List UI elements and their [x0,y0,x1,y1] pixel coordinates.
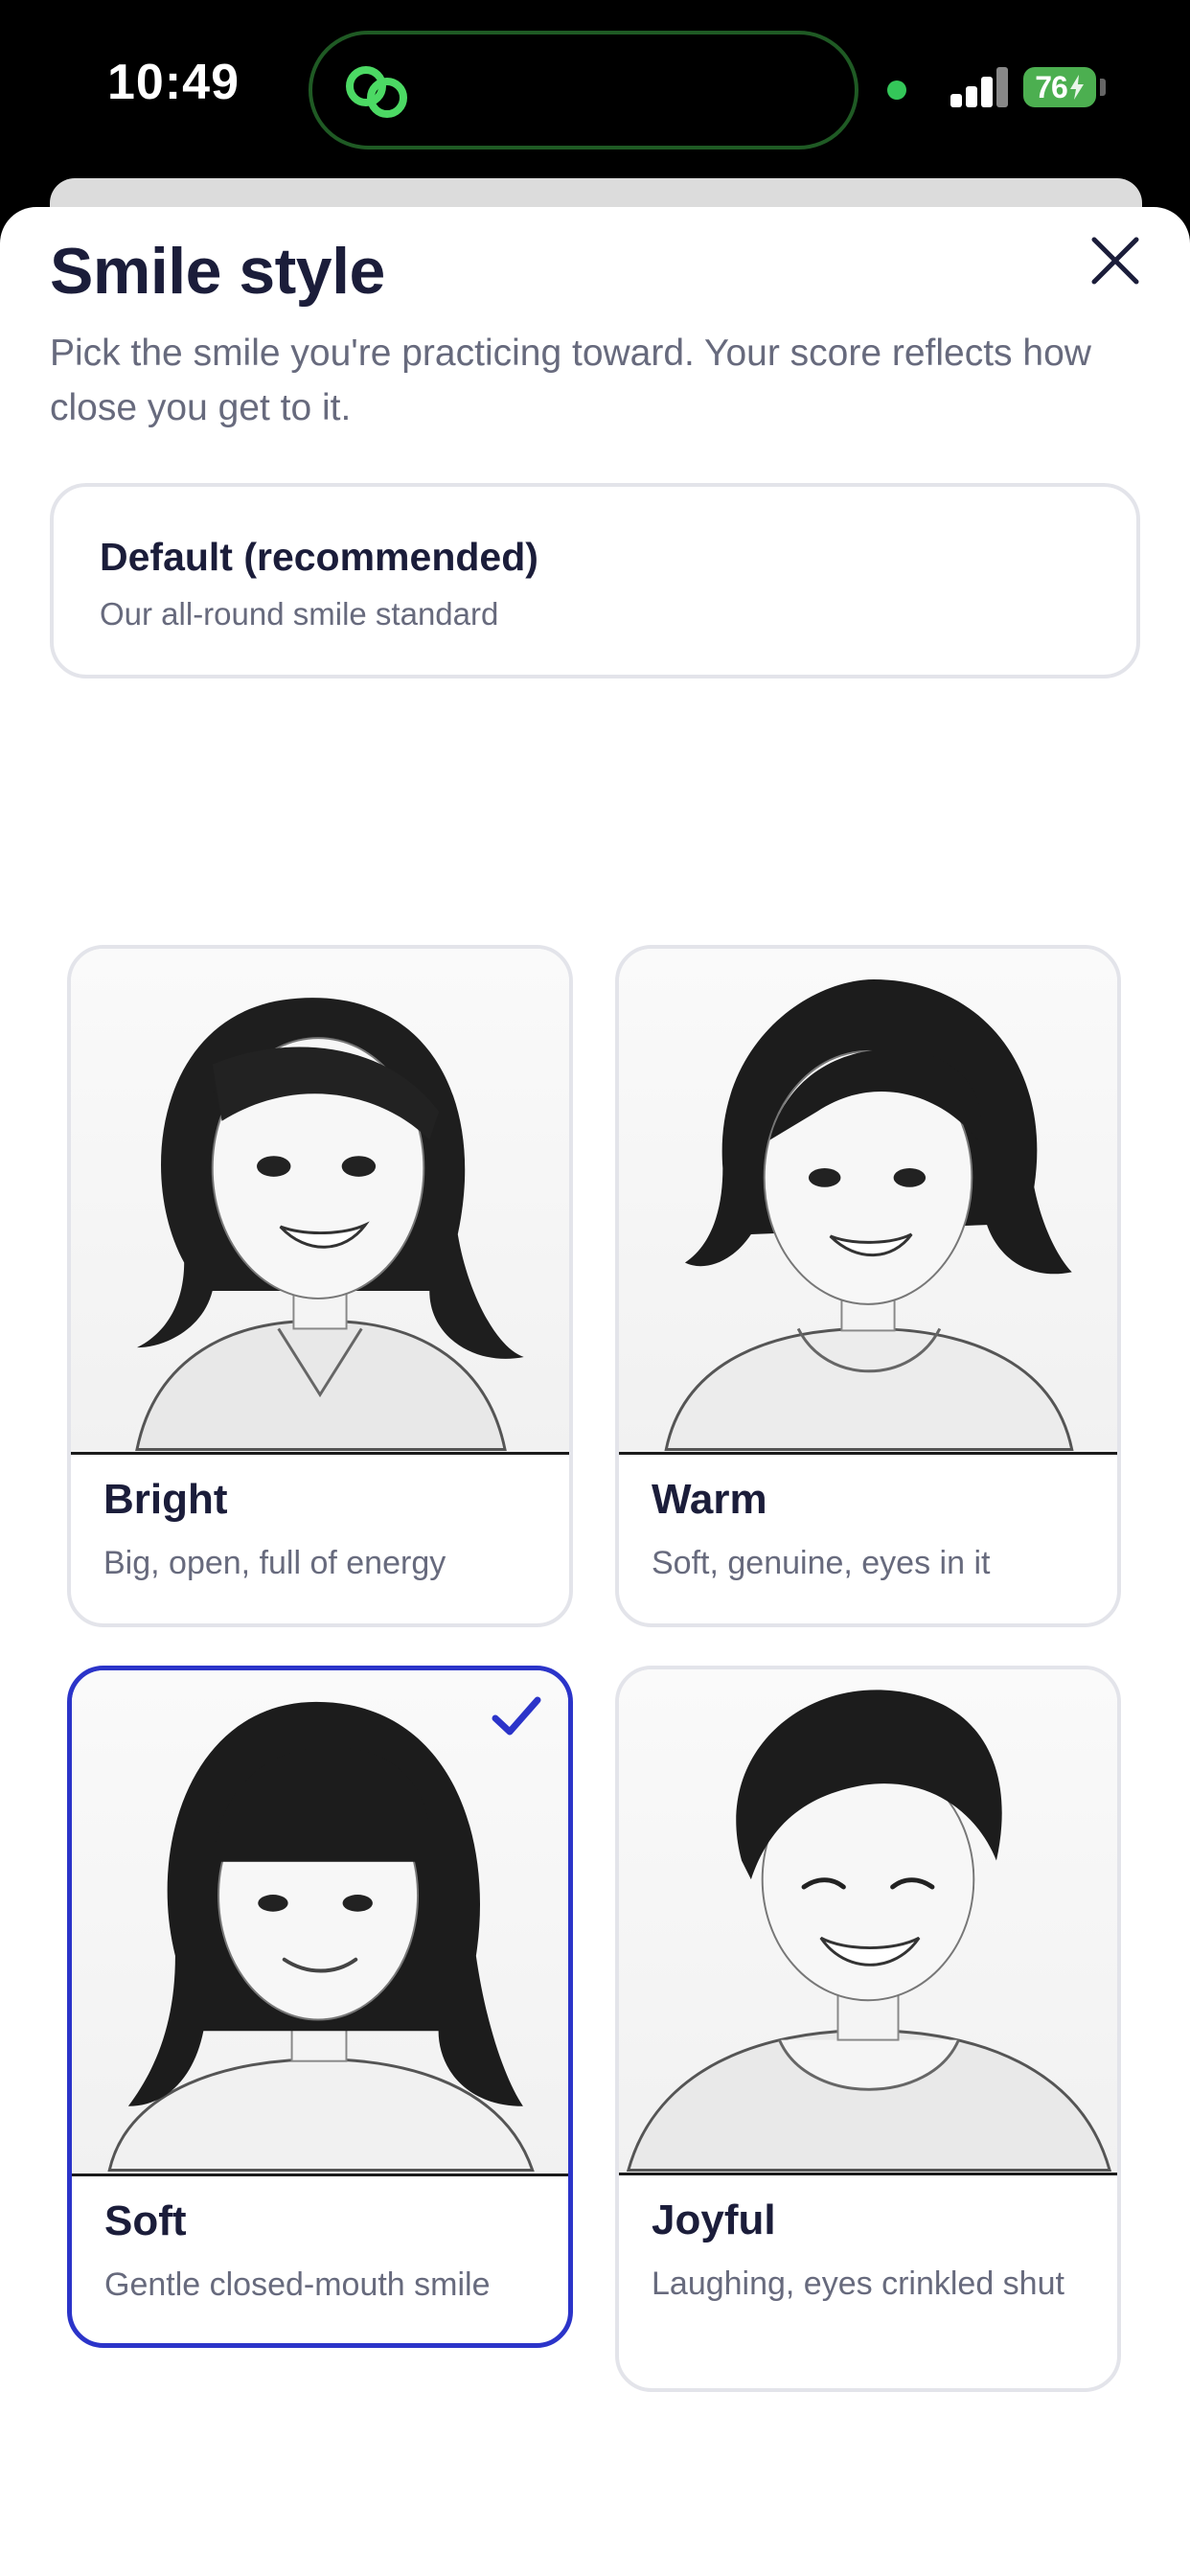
option-description-soft: Gentle closed-mouth smile [104,2266,491,2303]
dynamic-island[interactable] [309,31,858,150]
option-card-joyful[interactable]: Joyful Laughing, eyes crinkled shut [615,1666,1121,2392]
option-card-warm[interactable]: Warm Soft, genuine, eyes in it [615,945,1121,1627]
default-option-description: Our all-round smile standard [100,596,499,632]
signal-icon [950,67,1008,107]
sheet-subtitle: Pick the smile you're practicing toward.… [50,333,1091,428]
option-title-soft: Soft [104,2197,187,2244]
battery-icon: 76 [1023,67,1096,107]
battery-cap [1100,79,1106,96]
warm-portrait-image [619,949,1117,1455]
privacy-indicator-dot [887,80,906,100]
default-option-card[interactable]: Default (recommended) Our all-round smil… [50,483,1140,678]
soft-portrait-image [72,1670,568,2176]
link-icon [346,66,407,118]
option-card-soft[interactable]: Soft Gentle closed-mouth smile [67,1666,573,2348]
close-icon[interactable] [1085,230,1146,291]
bright-portrait-image [71,949,569,1455]
option-card-bright[interactable]: Bright Big, open, full of energy [67,945,573,1627]
option-title-warm: Warm [652,1476,767,1523]
joyful-portrait-image [619,1669,1117,2175]
default-option-title: Default (recommended) [100,535,538,579]
option-title-bright: Bright [103,1476,228,1523]
option-title-joyful: Joyful [652,2196,776,2243]
status-bar: 10:49 76 [0,0,1190,178]
option-description-joyful: Laughing, eyes crinkled shut [652,2266,1064,2302]
option-description-warm: Soft, genuine, eyes in it [652,1545,991,1581]
sheet-title: Smile style [50,235,385,308]
battery-level: 76 [1035,69,1068,104]
option-description-bright: Big, open, full of energy [103,1545,446,1581]
checkmark-icon [492,1696,541,1736]
status-time: 10:49 [107,55,240,110]
charging-bolt-icon [1069,75,1084,100]
